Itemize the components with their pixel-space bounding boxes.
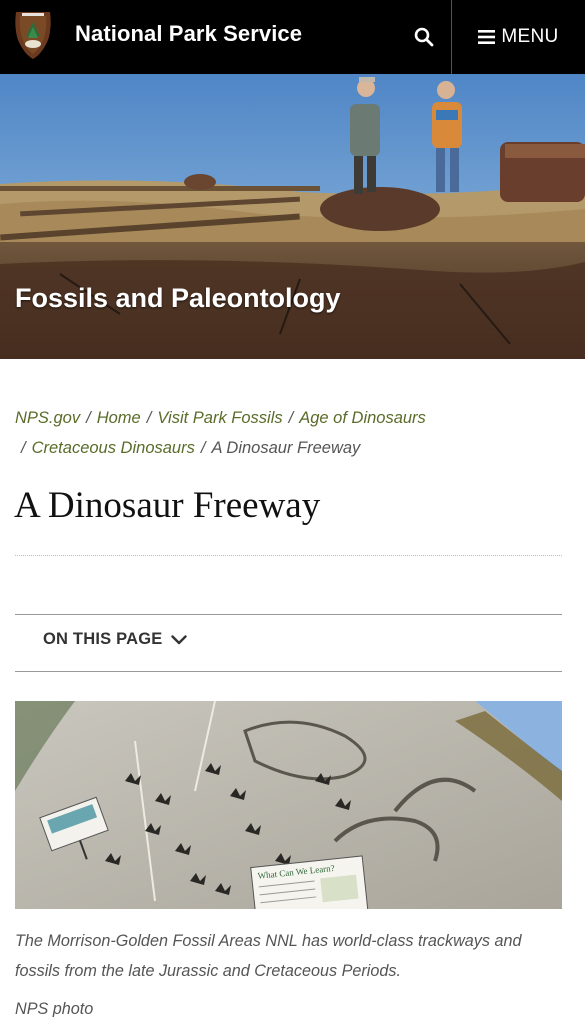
- hero-banner: Fossils and Paleontology: [0, 74, 585, 359]
- breadcrumb-separator: /: [21, 439, 26, 457]
- on-this-page-bottom-rule: [15, 671, 562, 672]
- menu-label: MENU: [501, 26, 559, 47]
- hero-title: Fossils and Paleontology: [15, 283, 341, 313]
- breadcrumb-age-of-dinosaurs[interactable]: Age of Dinosaurs: [299, 409, 426, 427]
- search-icon: [414, 27, 434, 47]
- on-this-page-top-rule: [15, 614, 562, 615]
- breadcrumb-current: A Dinosaur Freeway: [211, 439, 361, 457]
- breadcrumb-nps[interactable]: NPS.gov: [15, 409, 80, 427]
- site-header: National Park Service MENU: [0, 0, 585, 74]
- breadcrumb-separator: /: [86, 409, 91, 427]
- hero-image: [0, 74, 585, 359]
- title-divider: [15, 555, 562, 556]
- chevron-down-icon: [171, 634, 188, 644]
- hamburger-icon: [478, 30, 496, 44]
- search-button[interactable]: [398, 0, 450, 74]
- menu-button[interactable]: MENU: [452, 0, 585, 74]
- page-title: A Dinosaur Freeway: [14, 485, 321, 526]
- breadcrumb: NPS.gov / Home / Visit Park Fossils / Age of D…: [15, 403, 575, 463]
- image-credit: NPS photo: [15, 1000, 94, 1017]
- site-title[interactable]: National Park Service: [75, 21, 302, 47]
- nps-arrowhead-logo[interactable]: [12, 10, 54, 60]
- breadcrumb-separator: /: [288, 409, 294, 427]
- on-this-page-toggle[interactable]: ON THIS PAGE: [43, 630, 188, 649]
- on-this-page-label: ON THIS PAGE: [43, 630, 163, 648]
- breadcrumb-separator: /: [200, 439, 206, 457]
- image-caption: The Morrison-Golden Fossil Areas NNL has…: [15, 932, 522, 980]
- breadcrumb-home[interactable]: Home: [97, 409, 141, 427]
- breadcrumb-cretaceous-dinosaurs[interactable]: Cretaceous Dinosaurs: [32, 439, 195, 457]
- feature-image[interactable]: What Can We Learn?: [15, 701, 562, 909]
- breadcrumb-visit-park-fossils[interactable]: Visit Park Fossils: [157, 409, 282, 427]
- breadcrumb-separator: /: [146, 409, 152, 427]
